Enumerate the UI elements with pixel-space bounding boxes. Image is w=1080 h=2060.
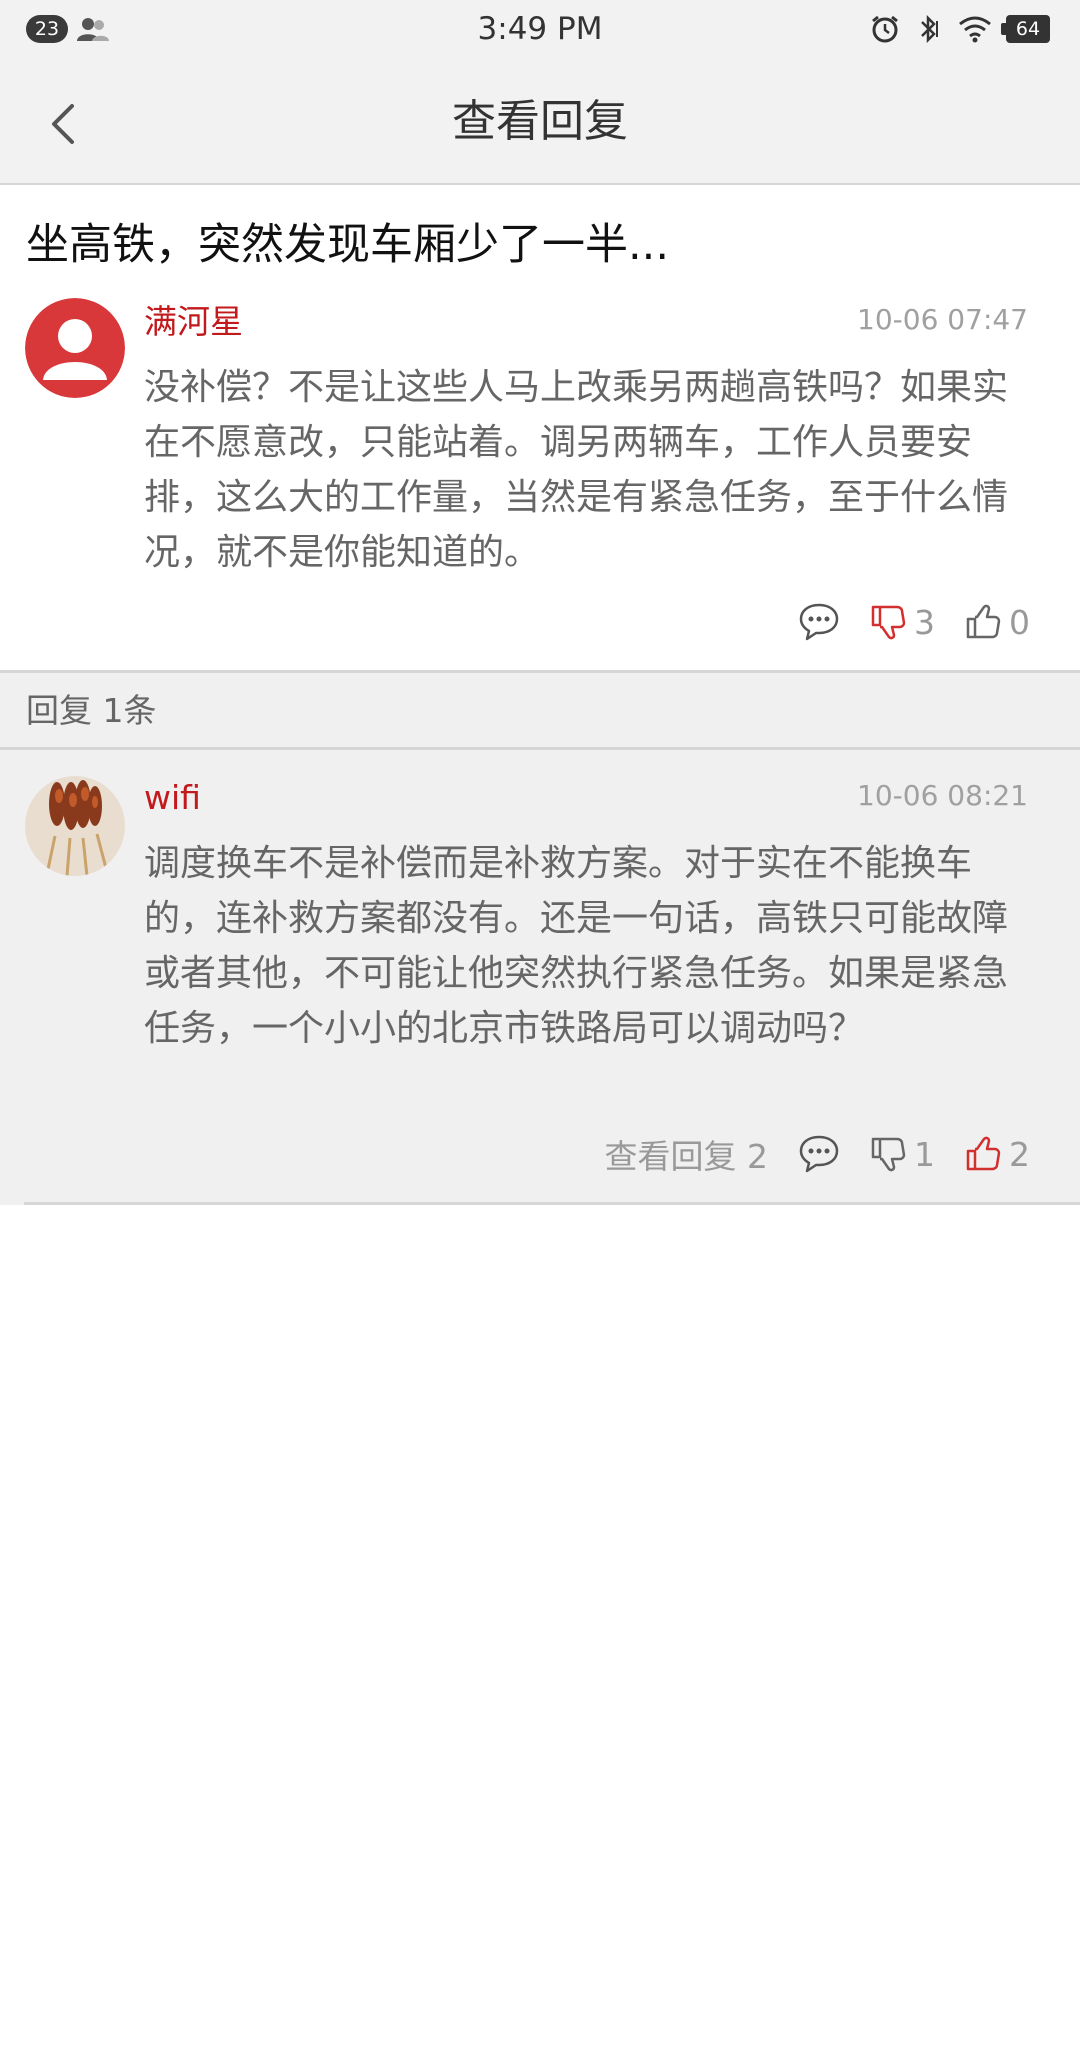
like-button[interactable]: 0 xyxy=(965,603,1030,642)
default-avatar-icon xyxy=(25,298,125,398)
page-title: 查看回复 xyxy=(452,96,628,147)
wifi-icon xyxy=(959,16,991,43)
comment-text: 没补偿？不是让这些人马上改乘另两趟高铁吗？如果实在不愿意改，只能站着。调另两辆车… xyxy=(144,367,1009,573)
battery-icon: 64 xyxy=(1001,15,1050,43)
dislike-count: 1 xyxy=(914,1134,935,1174)
nav-bar: 查看回复 xyxy=(0,58,1080,185)
status-bar: 23 3:49 PM 64 xyxy=(0,0,1080,58)
replies-header: 回复 1条 xyxy=(0,670,1080,750)
avatar[interactable] xyxy=(25,776,125,876)
comment-username[interactable]: 满河星 xyxy=(144,302,243,342)
like-count: 0 xyxy=(1009,602,1030,642)
thumbs-down-icon xyxy=(871,1137,906,1172)
reply-username[interactable]: wifi xyxy=(144,778,201,818)
thumbs-up-icon xyxy=(966,604,1001,639)
status-icons: 64 xyxy=(870,13,1050,45)
reply-button[interactable] xyxy=(798,1134,840,1174)
like-button[interactable]: 2 xyxy=(965,1135,1030,1174)
reply-count-label: 回复 1条 xyxy=(26,691,157,730)
speech-bubble-icon xyxy=(799,603,839,641)
thumbs-down-icon xyxy=(871,605,906,640)
reply-timestamp: 10-06 08:21 xyxy=(857,779,1028,812)
speech-bubble-icon xyxy=(799,1135,839,1173)
reply-actions: 查看回复 2 1 2 xyxy=(575,1130,1031,1178)
post-title[interactable]: 坐高铁，突然发现车厢少了一半... xyxy=(26,216,1056,274)
comment-actions: 3 0 xyxy=(768,600,1030,644)
dislike-button[interactable]: 1 xyxy=(870,1135,935,1174)
dislike-count: 3 xyxy=(914,602,935,642)
skewers-photo-avatar xyxy=(25,776,125,876)
dislike-button[interactable]: 3 xyxy=(870,603,935,642)
avatar[interactable] xyxy=(25,298,125,398)
like-count: 2 xyxy=(1009,1134,1030,1174)
bluetooth-icon xyxy=(921,14,938,44)
alarm-icon xyxy=(872,15,898,43)
reply-text: 调度换车不是补偿而是补救方案。对于实在不能换车的，连补救方案都没有。还是一句话，… xyxy=(144,843,1009,1049)
comment-timestamp: 10-06 07:47 xyxy=(857,303,1028,336)
thumbs-up-icon xyxy=(966,1136,1001,1171)
divider xyxy=(24,1202,1080,1205)
reply-button[interactable] xyxy=(798,602,840,642)
reply-item: wifi 10-06 08:21 调度换车不是补偿而是补救方案。对于实在不能换车… xyxy=(0,750,1080,1205)
view-replies-link[interactable]: 查看回复 2 xyxy=(605,1130,769,1178)
